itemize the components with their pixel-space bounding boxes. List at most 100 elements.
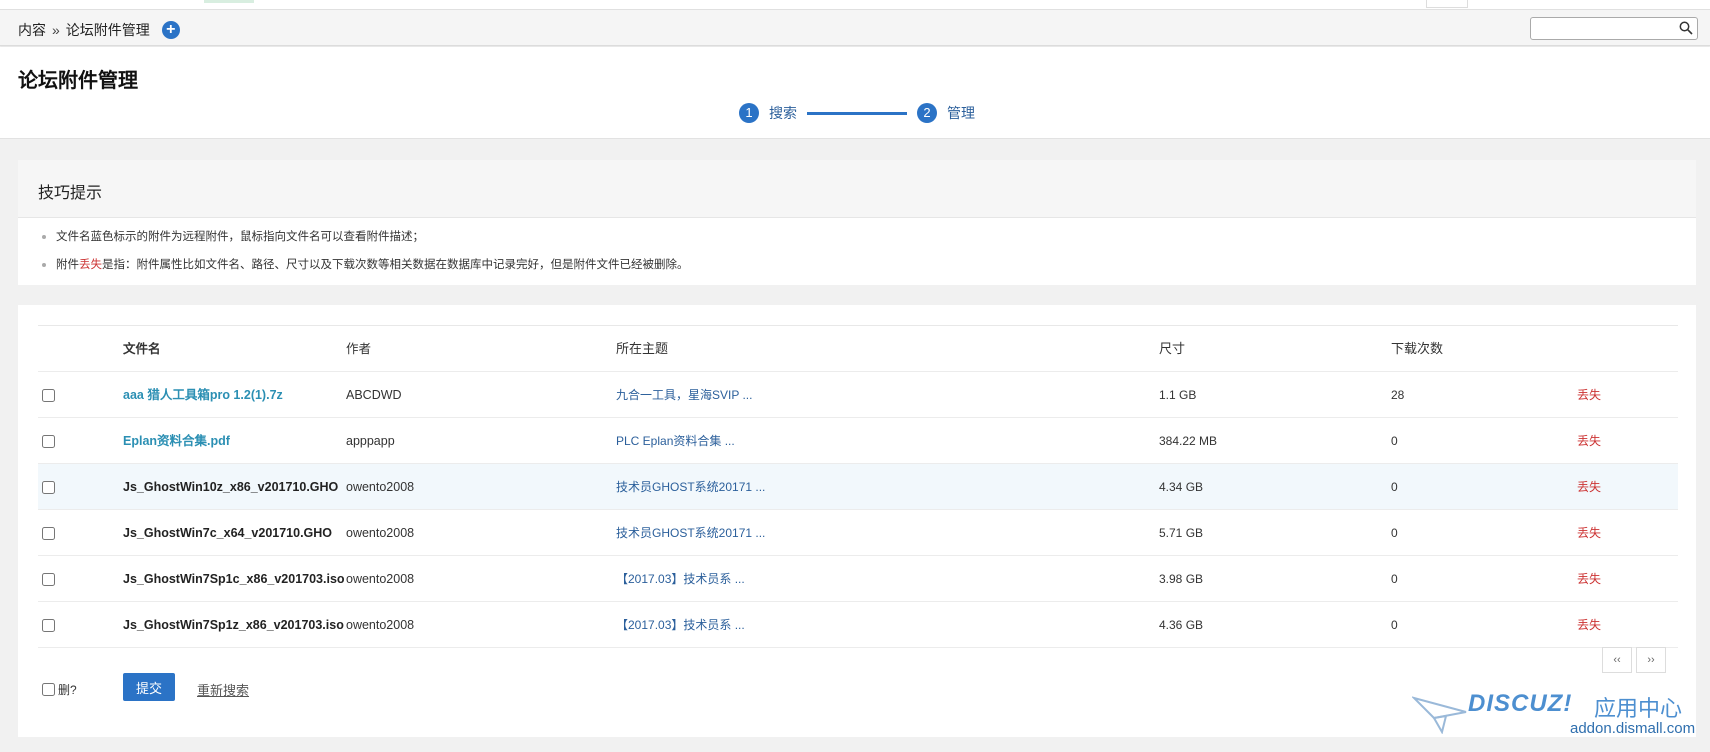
file-name-link[interactable]: Js_GhostWin7Sp1c_x86_v201703.iso [123,556,345,602]
status-lost: 丢失 [1577,480,1602,494]
delete-label: 删? [58,683,77,697]
file-name-link[interactable]: Js_GhostWin7Sp1z_x86_v201703.iso [123,602,344,648]
topic-link[interactable]: 技术员GHOST系统20171 ... [616,510,765,556]
file-name-link[interactable]: Js_GhostWin7c_x64_v201710.GHO [123,510,332,556]
table-header: 文件名 作者 所在主题 尺寸 下载次数 [38,326,1678,372]
table-row: aaa 猎人工具箱pro 1.2(1).7z ABCDWD 九合一工具，星海SV… [38,372,1678,418]
delete-all-checkbox[interactable] [42,683,55,696]
breadcrumb-separator: » [52,22,60,38]
topic-link[interactable]: 九合一工具，星海SVIP ... [616,372,752,418]
search-box [1530,17,1698,40]
topic-link[interactable]: 【2017.03】技术员系 ... [616,556,745,602]
col-size: 尺寸 [1159,341,1186,356]
step-label: 管理 [947,105,975,121]
table-row: Js_GhostWin7Sp1c_x86_v201703.iso owento2… [38,556,1678,602]
status-lost: 丢失 [1577,618,1602,632]
file-size: 4.34 GB [1159,480,1204,494]
breadcrumb-root[interactable]: 内容 [18,20,46,40]
tip-text-lost: 丢失 [79,259,102,271]
tip-text: 文件名蓝色标示的附件为远程附件，鼠标指向文件名可以查看附件描述； [56,231,424,243]
topic-link[interactable]: 【2017.03】技术员系 ... [616,602,745,648]
attachment-table: 文件名 作者 所在主题 尺寸 下载次数 aaa 猎人工具箱pro 1.2(1).… [38,325,1678,648]
col-author: 作者 [346,342,372,356]
file-size: 384.22 MB [1159,434,1218,448]
topic-link[interactable]: 技术员GHOST系统20171 ... [616,464,765,510]
author-link[interactable]: owento2008 [346,556,414,602]
col-downloads: 下载次数 [1391,341,1444,356]
next-page-button[interactable]: ›› [1636,647,1666,673]
table-row: Js_GhostWin7c_x64_v201710.GHO owento2008… [38,510,1678,556]
prev-page-button[interactable]: ‹‹ [1602,647,1632,673]
table-row: Js_GhostWin7Sp1z_x86_v201703.iso owento2… [38,602,1678,648]
row-checkbox[interactable] [42,619,55,633]
search-input[interactable] [1531,18,1671,39]
breadcrumb: 内容 » 论坛附件管理 + [18,20,180,40]
col-filename: 文件名 [123,342,161,356]
breadcrumb-bar: 内容 » 论坛附件管理 + [0,10,1710,46]
tip-text-suffix: 是指：附件属性比如文件名、路径、尺寸以及下载次数等相关数据在数据库中记录完好，但… [102,259,689,271]
status-lost: 丢失 [1577,434,1602,448]
col-topic: 所在主题 [616,341,669,356]
status-lost: 丢失 [1577,572,1602,586]
row-checkbox[interactable] [42,527,55,541]
row-checkbox[interactable] [42,435,55,449]
add-shortcut-button[interactable]: + [161,21,180,39]
author-link[interactable]: apppapp [346,418,395,464]
download-count: 0 [1391,618,1398,632]
research-link[interactable]: 重新搜索 [197,680,249,699]
step-connector [807,111,907,115]
table-row: Js_GhostWin10z_x86_v201710.GHO owento200… [38,464,1678,510]
topic-link[interactable]: PLC Eplan资料合集 ... [616,418,735,464]
discuz-watermark: DISCUZ! 应用中心 addon.dismall.com [1412,690,1698,740]
step-indicator: 1 搜索 2 管理 [739,103,975,123]
author-link[interactable]: owento2008 [346,602,414,648]
watermark-brand-cn: 应用中心 [1594,696,1683,721]
top-tab-marker [204,0,254,3]
tip-item: 文件名蓝色标示的附件为远程附件，鼠标指向文件名可以查看附件描述； [40,230,1696,258]
page-header: 论坛附件管理 1 搜索 2 管理 [0,47,1710,139]
tips-title: 技巧提示 [18,160,1696,218]
author-link[interactable]: ABCDWD [346,372,402,418]
download-count: 28 [1391,388,1405,402]
step-manage[interactable]: 2 管理 [917,103,975,123]
tip-item: 附件丢失是指：附件属性比如文件名、路径、尺寸以及下载次数等相关数据在数据库中记录… [40,258,1696,286]
author-link[interactable]: owento2008 [346,510,414,556]
tip-text-prefix: 附件 [56,259,79,271]
attachment-panel: 文件名 作者 所在主题 尺寸 下载次数 aaa 猎人工具箱pro 1.2(1).… [18,305,1696,737]
page-title: 论坛附件管理 [18,70,138,92]
status-lost: 丢失 [1577,526,1602,540]
delete-option[interactable]: 删? [42,681,77,698]
row-checkbox[interactable] [42,481,55,495]
download-count: 0 [1391,526,1398,540]
file-size: 1.1 GB [1159,388,1197,402]
paper-plane-icon [1412,696,1467,734]
file-name-link[interactable]: Eplan资料合集.pdf [123,418,230,464]
download-count: 0 [1391,434,1398,448]
step-number: 2 [917,103,937,123]
row-checkbox[interactable] [42,573,55,587]
file-size: 3.98 GB [1159,572,1204,586]
tips-list: 文件名蓝色标示的附件为远程附件，鼠标指向文件名可以查看附件描述； 附件丢失是指：… [18,218,1696,286]
step-search[interactable]: 1 搜索 [739,103,797,123]
file-name-link[interactable]: Js_GhostWin10z_x86_v201710.GHO [123,464,338,510]
pagination: ‹‹ ›› [1602,647,1666,673]
download-count: 0 [1391,572,1398,586]
top-tab-edge [1426,0,1468,8]
tips-panel: 技巧提示 文件名蓝色标示的附件为远程附件，鼠标指向文件名可以查看附件描述； 附件… [18,160,1696,285]
step-label: 搜索 [769,105,797,121]
top-strip [0,0,1710,10]
status-lost: 丢失 [1577,388,1602,402]
file-name-link[interactable]: aaa 猎人工具箱pro 1.2(1).7z [123,372,283,418]
table-row: Eplan资料合集.pdf apppapp PLC Eplan资料合集 ... … [38,418,1678,464]
watermark-brand: DISCUZ! [1468,690,1573,717]
download-count: 0 [1391,480,1398,494]
file-size: 4.36 GB [1159,618,1204,632]
step-number: 1 [739,103,759,123]
search-icon[interactable] [1679,21,1693,35]
row-checkbox[interactable] [42,389,55,403]
author-link[interactable]: owento2008 [346,464,414,510]
file-size: 5.71 GB [1159,526,1204,540]
watermark-url: addon.dismall.com [1570,720,1696,737]
submit-button[interactable]: 提交 [123,673,175,701]
breadcrumb-current: 论坛附件管理 [65,22,150,38]
